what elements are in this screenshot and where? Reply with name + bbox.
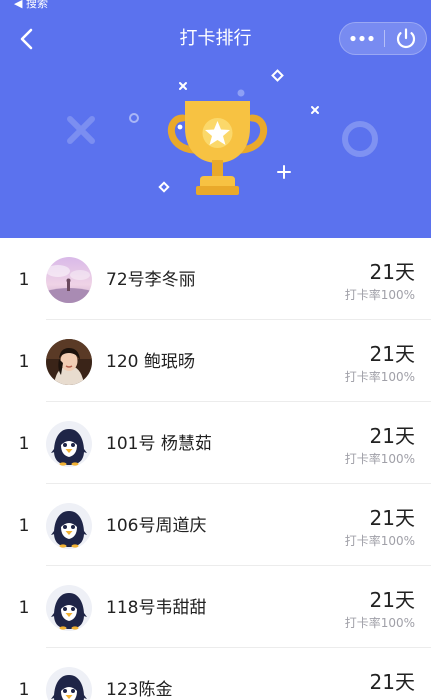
checkin-days: 21天 (369, 506, 415, 530)
checkin-rate: 打卡率100% (344, 370, 415, 384)
list-item[interactable]: 1 118号韦甜甜 21天 打卡率100% (0, 566, 431, 648)
rank-number: 1 (18, 516, 30, 536)
list-item[interactable]: 1 106号周道庆 21天 打卡率100% (0, 484, 431, 566)
rank-number: 1 (18, 680, 30, 700)
penguin-icon (46, 503, 92, 549)
checkin-days: 21天 (369, 424, 415, 448)
avatar (46, 339, 92, 385)
trophy-icon (167, 101, 268, 195)
checkin-rate: 打卡率100% (344, 616, 415, 630)
penguin-icon (46, 667, 92, 700)
rank-number: 1 (18, 434, 30, 454)
list-item[interactable]: 1 101号 杨慧茹 21天 打卡率100% (0, 402, 431, 484)
checkin-rate: 打卡率100% (344, 288, 415, 302)
list-item[interactable]: 1 123陈金 21天 (0, 648, 431, 700)
checkin-days: 21天 (369, 342, 415, 366)
checkin-days: 21天 (369, 588, 415, 612)
trophy-illustration (67, 69, 378, 195)
header-banner: ◀ 搜索 打卡排行 (0, 0, 431, 238)
member-name: 106号周道庆 (106, 516, 207, 536)
rank-number: 1 (18, 352, 30, 372)
avatar (46, 257, 92, 303)
member-name: 123陈金 (106, 680, 173, 700)
member-name: 72号李冬丽 (106, 270, 196, 290)
penguin-icon (46, 421, 92, 467)
checkin-rate: 打卡率100% (344, 452, 415, 466)
checkin-rate: 打卡率100% (344, 534, 415, 548)
member-name: 101号 杨慧茹 (106, 434, 212, 454)
list-item[interactable]: 1 120 鲍珉旸 21天 打卡率100% (0, 320, 431, 402)
rank-number: 1 (18, 598, 30, 618)
checkin-days: 21天 (369, 260, 415, 284)
list-item[interactable]: 1 72号李冬丽 21天 打卡率100% (0, 238, 431, 320)
member-name: 118号韦甜甜 (106, 598, 207, 618)
checkin-days: 21天 (369, 670, 415, 694)
rank-number: 1 (18, 270, 30, 290)
penguin-icon (46, 585, 92, 631)
member-name: 120 鲍珉旸 (106, 352, 195, 372)
